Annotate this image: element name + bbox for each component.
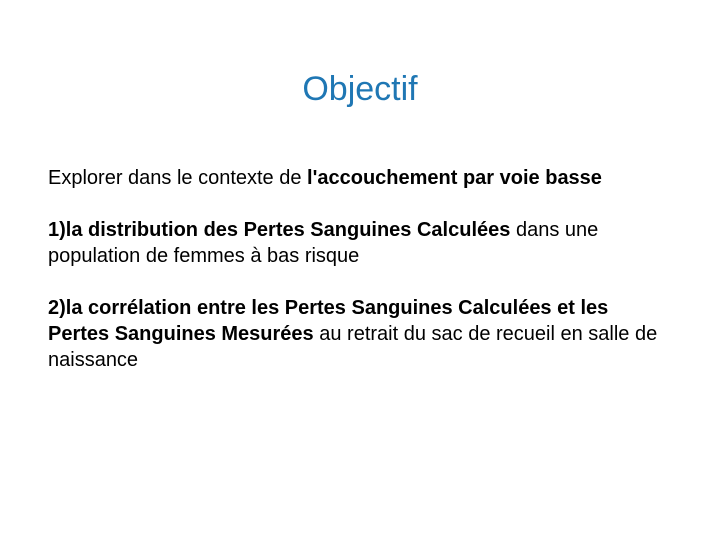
- intro-paragraph: Explorer dans le contexte de l'accouchem…: [48, 165, 672, 191]
- slide: Objectif Explorer dans le contexte de l'…: [0, 0, 720, 540]
- slide-title: Objectif: [48, 70, 672, 109]
- objective-1: 1)la distribution des Pertes Sanguines C…: [48, 217, 672, 269]
- obj1-number: 1): [48, 219, 66, 241]
- obj2-number: 2): [48, 297, 66, 319]
- slide-body: Explorer dans le contexte de l'accouchem…: [48, 165, 672, 373]
- intro-bold: l'accouchement par voie basse: [307, 167, 602, 189]
- intro-prefix: Explorer dans le contexte de: [48, 167, 307, 189]
- obj1-bold: la distribution des Pertes Sanguines Cal…: [66, 219, 511, 241]
- objective-2: 2)la corrélation entre les Pertes Sangui…: [48, 295, 672, 373]
